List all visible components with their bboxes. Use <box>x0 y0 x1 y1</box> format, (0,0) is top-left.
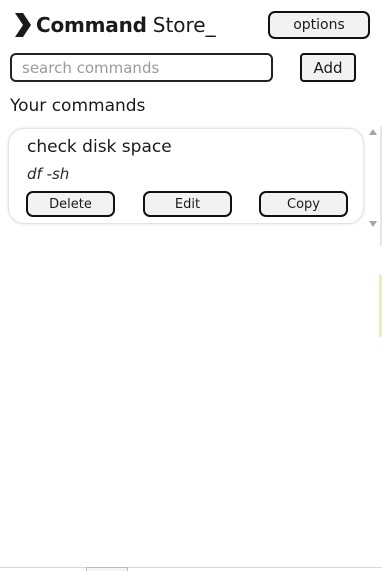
search-input[interactable] <box>10 53 273 82</box>
command-title: check disk space <box>27 137 172 157</box>
app-title-light: Store_ <box>152 13 216 37</box>
command-text: df -sh <box>27 165 70 183</box>
app-header: Command Store_ <box>12 10 216 40</box>
options-button[interactable]: options <box>268 11 370 39</box>
add-button[interactable]: Add <box>300 53 356 82</box>
chevron-right-icon <box>15 13 31 37</box>
bottom-tab-fragment <box>86 567 128 571</box>
copy-button[interactable]: Copy <box>259 191 348 217</box>
command-list: check disk space df -sh Delete Edit Copy <box>8 126 366 230</box>
popup-window: Command Store_ options Add Your commands… <box>0 0 382 571</box>
scroll-down-arrow-icon[interactable] <box>369 221 377 227</box>
app-title-bold: Command <box>36 13 147 37</box>
bottom-divider <box>0 567 382 568</box>
list-scrollbar[interactable] <box>366 126 380 230</box>
edit-button[interactable]: Edit <box>143 191 232 217</box>
scroll-up-arrow-icon[interactable] <box>369 129 377 135</box>
section-title: Your commands <box>10 96 146 116</box>
delete-button[interactable]: Delete <box>26 191 115 217</box>
command-card: check disk space df -sh Delete Edit Copy <box>8 128 364 224</box>
